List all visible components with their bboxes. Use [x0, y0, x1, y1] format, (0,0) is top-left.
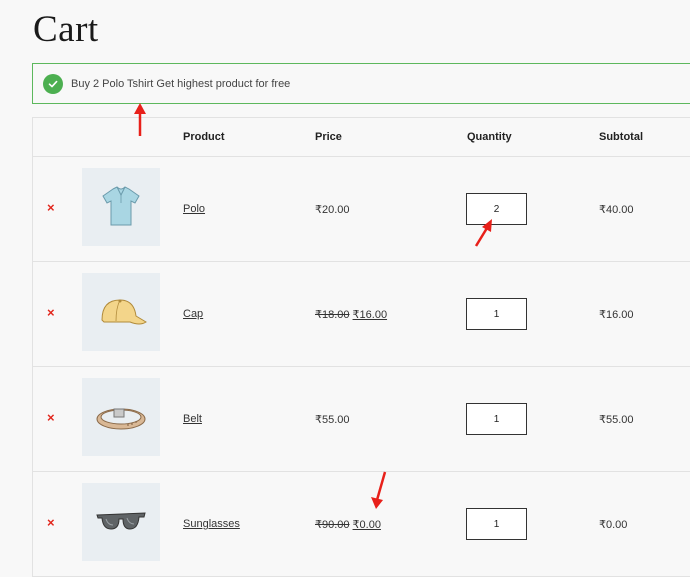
header-price: Price [315, 131, 342, 143]
product-link-belt[interactable]: Belt [183, 413, 202, 425]
table-header: Product Price Quantity Subtotal [33, 118, 690, 157]
product-link-sunglasses[interactable]: Sunglasses [183, 518, 240, 530]
product-thumbnail[interactable] [82, 168, 160, 246]
current-price: ₹55.00 [315, 414, 350, 426]
original-price: ₹90.00 [315, 519, 350, 531]
product-thumbnail[interactable] [82, 483, 160, 561]
success-notice: Buy 2 Polo Tshirt Get highest product fo… [32, 63, 690, 104]
sunglasses-image [96, 512, 146, 530]
header-quantity: Quantity [467, 131, 512, 143]
product-link-polo[interactable]: Polo [183, 203, 205, 215]
product-price: ₹18.00 ₹16.00 [315, 308, 387, 321]
quantity-input[interactable] [466, 403, 527, 435]
cap-image [101, 299, 147, 325]
remove-item-button[interactable]: × [47, 516, 55, 529]
polo-shirt-image [102, 186, 140, 226]
table-row: × Sunglasses ₹90.00₹0.00 ₹0.00 [33, 472, 690, 577]
original-price: ₹18.00 [315, 309, 350, 321]
quantity-input[interactable] [466, 508, 527, 540]
product-thumbnail[interactable] [82, 273, 160, 351]
table-row: × Polo ₹20.00 ₹40.00 [33, 157, 690, 262]
remove-item-button[interactable]: × [47, 411, 55, 424]
current-price: ₹20.00 [315, 204, 350, 216]
belt-image [96, 408, 146, 430]
product-link-cap[interactable]: Cap [183, 308, 203, 320]
row-subtotal: ₹55.00 [599, 414, 634, 426]
product-price: ₹90.00 ₹0.00 [315, 518, 381, 531]
header-subtotal: Subtotal [599, 131, 643, 143]
quantity-input[interactable] [466, 298, 527, 330]
row-subtotal: ₹0.00 [599, 519, 628, 531]
row-subtotal: ₹40.00 [599, 204, 634, 216]
sale-price: ₹16.00 [352, 309, 388, 321]
page-title: Cart [33, 9, 99, 50]
table-row: × Belt ₹55.00 ₹55.00 [33, 367, 690, 472]
sale-price: ₹0.00 [352, 519, 381, 531]
cart-table: Product Price Quantity Subtotal × Polo ₹… [32, 117, 690, 577]
product-thumbnail[interactable] [82, 378, 160, 456]
quantity-input[interactable] [466, 193, 527, 225]
product-price: ₹55.00 [315, 413, 350, 426]
product-price: ₹20.00 [315, 203, 350, 216]
row-subtotal: ₹16.00 [599, 309, 634, 321]
remove-item-button[interactable]: × [47, 201, 55, 214]
remove-item-button[interactable]: × [47, 306, 55, 319]
notice-message: Buy 2 Polo Tshirt Get highest product fo… [71, 77, 291, 90]
header-product: Product [183, 131, 225, 143]
table-row: × Cap ₹18.00₹16.00 ₹16.00 [33, 262, 690, 367]
check-circle-icon [43, 73, 63, 94]
